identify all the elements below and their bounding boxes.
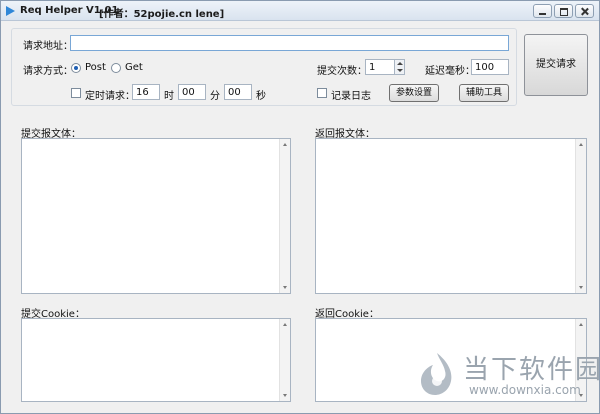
post-option-label[interactable]: Post xyxy=(85,62,106,73)
url-label: 请求地址： xyxy=(23,41,73,52)
watermark: 当下软件园 www.downxia.com xyxy=(411,345,600,405)
submit-count-label: 提交次数： xyxy=(317,66,367,77)
app-window: Req Helper V1.01 [作者：52pojie.cn lene] 请求… xyxy=(0,0,600,414)
post-radio[interactable] xyxy=(71,63,81,73)
spin-up-icon[interactable] xyxy=(397,62,403,65)
scroll-down-icon[interactable] xyxy=(283,394,287,397)
timer-checkbox[interactable] xyxy=(71,88,81,98)
maximize-button[interactable] xyxy=(554,4,573,18)
submit-cookie-textarea[interactable] xyxy=(21,318,291,402)
log-label: 记录日志 xyxy=(331,91,371,102)
close-button[interactable] xyxy=(575,4,594,18)
submit-body-scrollbar[interactable] xyxy=(279,139,290,293)
second-unit-label: 秒 xyxy=(256,91,266,102)
tools-button[interactable]: 辅助工具 xyxy=(459,84,509,102)
window-author: [作者：52pojie.cn lene] xyxy=(99,9,225,20)
submit-count-spinner[interactable] xyxy=(395,59,405,75)
scroll-up-icon[interactable] xyxy=(283,323,287,326)
timer-second-input[interactable] xyxy=(224,84,252,100)
title-bar[interactable]: Req Helper V1.01 [作者：52pojie.cn lene] xyxy=(1,1,599,21)
submit-count-input[interactable] xyxy=(365,59,395,75)
scroll-up-icon[interactable] xyxy=(579,143,583,146)
delay-input[interactable] xyxy=(471,59,509,75)
url-input[interactable] xyxy=(70,35,509,51)
scroll-up-icon[interactable] xyxy=(579,323,583,326)
scroll-up-icon[interactable] xyxy=(283,143,287,146)
submit-body-textarea[interactable] xyxy=(21,138,291,294)
submit-cookie-scrollbar[interactable] xyxy=(279,319,290,401)
log-checkbox[interactable] xyxy=(317,88,327,98)
get-option-label[interactable]: Get xyxy=(125,62,143,73)
method-label: 请求方式： xyxy=(23,66,73,77)
submit-request-button[interactable]: 提交请求 xyxy=(524,34,588,96)
get-radio[interactable] xyxy=(111,63,121,73)
param-settings-button[interactable]: 参数设置 xyxy=(389,84,439,102)
app-play-icon xyxy=(6,6,15,16)
watermark-url: www.downxia.com xyxy=(469,383,581,397)
watermark-title: 当下软件园 xyxy=(463,355,600,385)
timer-minute-input[interactable] xyxy=(178,84,206,100)
watermark-logo-icon xyxy=(421,353,452,395)
minute-unit-label: 分 xyxy=(210,91,220,102)
return-body-scrollbar[interactable] xyxy=(575,139,586,293)
timer-hour-input[interactable] xyxy=(132,84,160,100)
timer-label: 定时请求： xyxy=(85,91,135,102)
spin-down-icon[interactable] xyxy=(397,69,403,72)
scroll-down-icon[interactable] xyxy=(579,286,583,289)
delay-label: 延迟毫秒： xyxy=(425,66,475,77)
hour-unit-label: 时 xyxy=(164,91,174,102)
return-body-textarea[interactable] xyxy=(315,138,587,294)
scroll-down-icon[interactable] xyxy=(283,286,287,289)
minimize-button[interactable] xyxy=(533,4,552,18)
